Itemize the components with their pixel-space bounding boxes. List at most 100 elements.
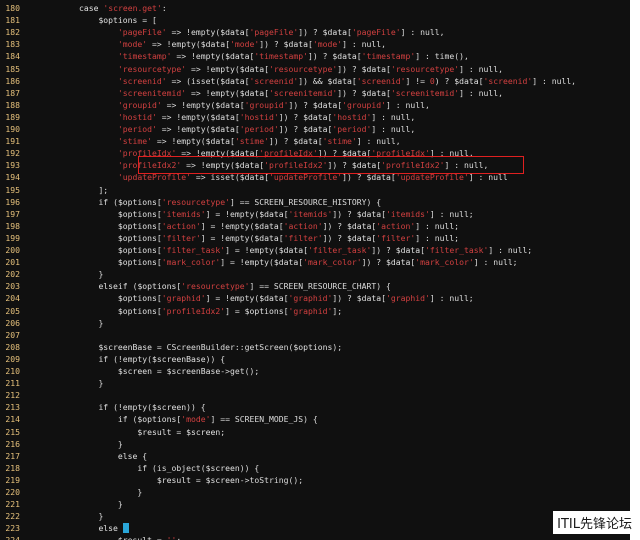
- code-token: 'screenitemid': [117, 87, 187, 98]
- code-token: else: [98, 523, 118, 534]
- code-line[interactable]: 199 $options['filter'] = !empty($data['fi…: [0, 232, 640, 244]
- code-token: 'action': [283, 220, 323, 231]
- code-line[interactable]: 182 'pageFile' => !empty($data['pageFile'…: [0, 26, 640, 38]
- code-line[interactable]: 222}: [0, 510, 640, 522]
- code-line[interactable]: 183 'mode' => !empty($data['mode']) ? $da…: [0, 38, 640, 50]
- code-line[interactable]: 186 'screenid' => (isset($data['screenid'…: [0, 75, 640, 87]
- code-line[interactable]: 180 case 'screen.get':: [0, 2, 640, 14]
- code-token: 'resourcetype': [390, 63, 460, 74]
- code-token: $screenBase: [152, 353, 206, 364]
- code-line[interactable]: 216}: [0, 438, 640, 450]
- code-line[interactable]: 218 if (is_object($screen)) {: [0, 462, 640, 474]
- code-line[interactable]: 188 'groupid' => !empty($data['groupid'])…: [0, 99, 640, 111]
- code-token: => !empty(: [161, 99, 216, 110]
- code-token: ];: [98, 184, 109, 195]
- code-line[interactable]: 203 elseif ($options['resourcetype'] == S…: [0, 280, 640, 292]
- code-token: ] : null;: [429, 208, 474, 219]
- code-line[interactable]: 185 'resourcetype' => !empty($data['resou…: [0, 63, 640, 75]
- code-token: :: [161, 3, 167, 13]
- code-token: $options: [117, 245, 157, 255]
- code-token: 'period': [332, 124, 372, 134]
- code-line[interactable]: 196 if ($options['resourcetype'] == SCREE…: [0, 196, 640, 208]
- code-line[interactable]: 184 'timestamp' => !empty($data['timestam…: [0, 50, 640, 62]
- code-token: => !empty(: [186, 63, 240, 74]
- code-token: 'itemids': [385, 208, 430, 219]
- code-token: $screenBase: [166, 366, 221, 376]
- code-line[interactable]: 191 'stime' => !empty($data['stime']) ? $…: [0, 135, 640, 147]
- code-token: $data: [220, 27, 245, 38]
- code-token: ] =: [225, 305, 245, 316]
- code-line[interactable]: 208 $screenBase = CScreenBuilder::getScre…: [0, 341, 640, 353]
- code-line[interactable]: 187 'screenitemid' => !empty($data['scree…: [0, 87, 640, 99]
- code-line[interactable]: 214 if ($options['mode'] == SCREEN_MODE_J…: [0, 413, 640, 425]
- code-token: $data: [327, 75, 352, 86]
- code-line[interactable]: 209 if (!empty($screenBase)) {: [0, 353, 640, 365]
- code-token: {: [142, 450, 148, 461]
- line-number: 190: [5, 124, 20, 134]
- code-line[interactable]: 220}: [0, 486, 640, 498]
- code-line[interactable]: 210 $screen = $screenBase->get();: [0, 365, 640, 377]
- code-token: $data: [254, 220, 279, 231]
- code-line[interactable]: 212: [0, 389, 640, 401]
- line-number: 188: [5, 99, 20, 110]
- code-editor[interactable]: 180 case 'screen.get': 181 $options = [182 '…: [0, 0, 640, 540]
- line-number: 182: [5, 27, 20, 38]
- code-line[interactable]: 205 $options['profileIdx2'] = $options['g…: [0, 305, 640, 317]
- code-line[interactable]: 195];: [0, 184, 640, 196]
- code-token: ]) ?: [361, 257, 386, 268]
- code-token: ]) ?: [288, 99, 313, 110]
- code-line[interactable]: 190 'period' => !empty($data['period']) ?…: [0, 123, 640, 135]
- code-line[interactable]: 224 $result = '';: [0, 534, 640, 540]
- code-token: = CScreenBuilder::getScreen(: [152, 341, 294, 352]
- line-number: 180: [5, 3, 20, 13]
- code-token: $options: [117, 208, 157, 219]
- code-line[interactable]: 197 $options['itemids'] = !empty($data['i…: [0, 208, 640, 220]
- code-line[interactable]: 223 else: [0, 522, 640, 534]
- code-line[interactable]: 215 $result = $screen;: [0, 426, 640, 438]
- code-token: $data: [346, 220, 372, 231]
- code-text: 'period' => !empty($data['period']) ? $d…: [118, 123, 415, 135]
- code-token: ;: [176, 535, 181, 540]
- code-text: }: [137, 486, 142, 498]
- code-text: }: [98, 510, 103, 522]
- code-line[interactable]: 204 $options['graphid'] = !empty($data['g…: [0, 292, 640, 304]
- code-line[interactable]: 200 $options['filter_task'] = !empty($dat…: [0, 244, 640, 256]
- code-line[interactable]: 206}: [0, 317, 640, 329]
- code-token: if: [98, 402, 114, 413]
- code-token: $options: [117, 257, 157, 268]
- line-number: 209: [5, 353, 20, 364]
- code-token: }: [98, 317, 104, 328]
- code-token: => !empty(: [186, 87, 240, 98]
- code-token: 'mark_color': [415, 257, 474, 268]
- code-text: $options = [: [98, 14, 156, 26]
- line-number: 185: [5, 63, 20, 74]
- code-token: $data: [366, 172, 391, 183]
- code-line[interactable]: 181 $options = [: [0, 14, 640, 26]
- code-token: 'filter': [161, 232, 201, 243]
- code-line[interactable]: 194 'updateProfile' => isset($data['updat…: [0, 171, 640, 183]
- code-line[interactable]: 189 'hostid' => !empty($data['hostid']) ?…: [0, 111, 640, 123]
- code-line[interactable]: 217 else {: [0, 450, 640, 462]
- code-line[interactable]: 219 $result = $screen->toString();: [0, 474, 640, 486]
- code-token: 'screenitemid': [390, 87, 460, 98]
- code-text: }: [118, 498, 123, 510]
- code-token: ]) ?: [298, 27, 323, 38]
- code-line[interactable]: 207: [0, 329, 640, 341]
- code-token: ]) ?: [278, 124, 304, 134]
- code-line[interactable]: 201 $options['mark_color'] = !empty($data…: [0, 256, 640, 268]
- code-token: $data: [395, 245, 421, 255]
- code-token: ]) ?: [322, 232, 347, 243]
- code-line[interactable]: 202}: [0, 268, 640, 280]
- code-token: $screen: [117, 366, 153, 376]
- code-token: 'screen.get': [103, 3, 162, 13]
- code-line[interactable]: 213 if (!empty($screen)) {: [0, 401, 640, 413]
- code-token: if: [98, 196, 114, 207]
- code-line[interactable]: 211}: [0, 377, 640, 389]
- code-line[interactable]: 198 $options['action'] = !empty($data['ac…: [0, 220, 640, 232]
- line-number: 220: [5, 487, 20, 497]
- line-number: 213: [5, 402, 20, 413]
- code-token: 'resourcetype': [161, 196, 231, 207]
- code-text: $options['filter'] = !empty($data['filte…: [118, 232, 459, 244]
- code-token: 'mark_color': [303, 257, 362, 268]
- code-line[interactable]: 221}: [0, 498, 640, 510]
